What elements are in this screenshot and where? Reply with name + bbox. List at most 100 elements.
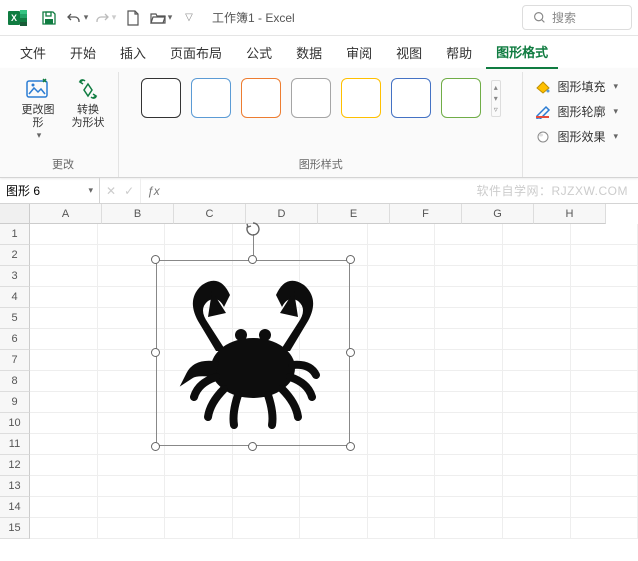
cell[interactable] <box>571 455 638 476</box>
redo-button[interactable]: ▾ <box>92 5 118 31</box>
cell[interactable] <box>30 329 98 350</box>
cell[interactable] <box>435 329 503 350</box>
cell[interactable] <box>233 455 301 476</box>
cell[interactable] <box>503 434 571 455</box>
cell[interactable] <box>571 329 638 350</box>
cell[interactable] <box>503 392 571 413</box>
style-swatch-2[interactable] <box>191 78 231 118</box>
graphic-effects-button[interactable]: 图形效果▾ <box>531 126 622 147</box>
change-graphic-button[interactable]: 更改图 形 ▾ <box>16 72 60 145</box>
cell[interactable] <box>30 497 98 518</box>
col-header[interactable]: C <box>174 204 246 224</box>
cell[interactable] <box>30 266 98 287</box>
cell[interactable] <box>571 392 638 413</box>
tab-graphics-format[interactable]: 图形格式 <box>486 36 558 69</box>
row-header[interactable]: 4 <box>0 287 30 308</box>
resize-handle-br[interactable] <box>346 442 355 451</box>
row-header[interactable]: 2 <box>0 245 30 266</box>
cell[interactable] <box>571 350 638 371</box>
cell[interactable] <box>30 476 98 497</box>
cell[interactable] <box>165 497 233 518</box>
cell[interactable] <box>300 497 368 518</box>
cell[interactable] <box>98 518 166 539</box>
cell[interactable] <box>368 413 436 434</box>
cell[interactable] <box>571 371 638 392</box>
cell[interactable] <box>98 224 166 245</box>
cell[interactable] <box>98 308 166 329</box>
col-header[interactable]: E <box>318 204 390 224</box>
qat-customize[interactable]: ▽ <box>176 5 202 31</box>
enter-formula-icon[interactable]: ✓ <box>124 184 134 198</box>
cell[interactable] <box>165 518 233 539</box>
cell[interactable] <box>98 413 166 434</box>
cell[interactable] <box>30 434 98 455</box>
col-header[interactable]: H <box>534 204 606 224</box>
cell[interactable] <box>368 497 436 518</box>
select-all-corner[interactable] <box>0 204 30 224</box>
cell[interactable] <box>98 329 166 350</box>
cell[interactable] <box>435 245 503 266</box>
cell[interactable] <box>98 266 166 287</box>
rotation-handle[interactable] <box>244 220 262 238</box>
cell[interactable] <box>30 350 98 371</box>
tab-data[interactable]: 数据 <box>286 37 332 68</box>
cell[interactable] <box>571 518 638 539</box>
style-gallery[interactable]: ▴▾▿ <box>141 72 501 118</box>
cell[interactable] <box>368 329 436 350</box>
cell[interactable] <box>30 392 98 413</box>
style-swatch-7[interactable] <box>441 78 481 118</box>
new-file-button[interactable] <box>120 5 146 31</box>
tab-formulas[interactable]: 公式 <box>236 37 282 68</box>
resize-handle-r[interactable] <box>346 348 355 357</box>
cell[interactable] <box>503 245 571 266</box>
cell[interactable] <box>165 455 233 476</box>
cell[interactable] <box>300 224 368 245</box>
row-header[interactable]: 11 <box>0 434 30 455</box>
cell[interactable] <box>503 371 571 392</box>
tab-home[interactable]: 开始 <box>60 37 106 68</box>
style-gallery-more[interactable]: ▴▾▿ <box>491 80 501 117</box>
cell[interactable] <box>503 476 571 497</box>
row-header[interactable]: 8 <box>0 371 30 392</box>
resize-handle-tl[interactable] <box>151 255 160 264</box>
cell[interactable] <box>368 392 436 413</box>
style-swatch-5[interactable] <box>341 78 381 118</box>
cell[interactable] <box>233 476 301 497</box>
cell[interactable] <box>30 455 98 476</box>
style-swatch-3[interactable] <box>241 78 281 118</box>
tab-insert[interactable]: 插入 <box>110 37 156 68</box>
cell[interactable] <box>503 455 571 476</box>
cell[interactable] <box>435 455 503 476</box>
cell[interactable] <box>571 308 638 329</box>
row-header[interactable]: 6 <box>0 329 30 350</box>
row-header[interactable]: 10 <box>0 413 30 434</box>
cell[interactable] <box>233 224 301 245</box>
cell[interactable] <box>503 329 571 350</box>
graphic-fill-button[interactable]: 图形填充▾ <box>531 76 622 97</box>
row-header[interactable]: 13 <box>0 476 30 497</box>
name-box-dropdown[interactable]: ▾ <box>88 185 93 196</box>
spreadsheet-grid[interactable]: A B C D E F G H 1 2 3 4 5 6 7 8 9 10 11 … <box>0 204 638 561</box>
cell[interactable] <box>435 497 503 518</box>
row-header[interactable]: 7 <box>0 350 30 371</box>
cell[interactable] <box>30 245 98 266</box>
cell[interactable] <box>98 371 166 392</box>
cell[interactable] <box>368 518 436 539</box>
col-header[interactable]: G <box>462 204 534 224</box>
cell[interactable] <box>435 476 503 497</box>
name-box[interactable]: ▾ <box>0 178 100 203</box>
save-button[interactable] <box>36 5 62 31</box>
tab-page-layout[interactable]: 页面布局 <box>160 37 232 68</box>
cell[interactable] <box>368 350 436 371</box>
selected-shape[interactable] <box>156 260 350 446</box>
cell[interactable] <box>571 224 638 245</box>
convert-to-shape-button[interactable]: 转换 为形状 <box>66 72 110 134</box>
cell[interactable] <box>571 497 638 518</box>
cell[interactable] <box>30 287 98 308</box>
open-file-button[interactable]: ▾ <box>148 5 174 31</box>
style-swatch-4[interactable] <box>291 78 331 118</box>
cell[interactable] <box>368 371 436 392</box>
style-swatch-1[interactable] <box>141 78 181 118</box>
cell[interactable] <box>98 392 166 413</box>
cell[interactable] <box>503 350 571 371</box>
